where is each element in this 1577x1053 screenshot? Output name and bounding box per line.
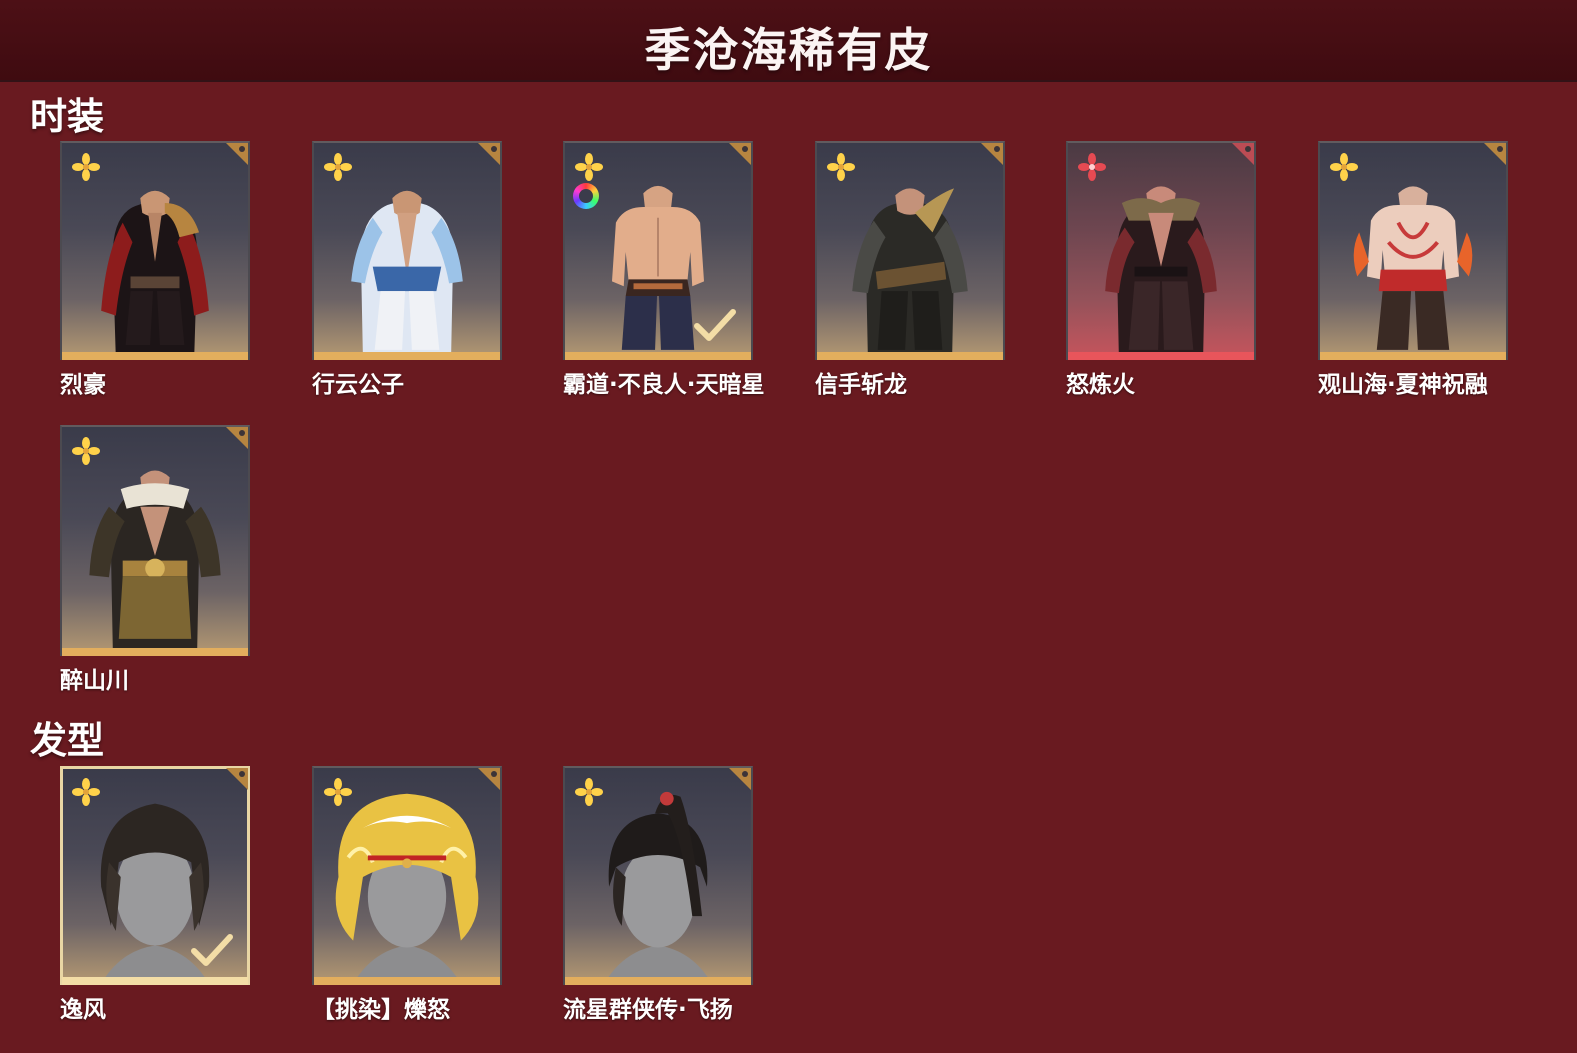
skin-card[interactable]	[60, 425, 250, 656]
rarity-flower-icon	[1078, 153, 1106, 181]
corner-dot-icon	[239, 430, 245, 436]
skin-card[interactable]	[1318, 141, 1508, 360]
skin-card[interactable]	[1066, 141, 1256, 360]
corner-dot-icon	[1497, 146, 1503, 152]
skin-card[interactable]	[312, 141, 502, 360]
rarity-bar	[62, 352, 248, 360]
item-label: 逸风	[60, 997, 106, 1023]
outfit-item-nulianhuo[interactable]: 怒炼火	[1066, 141, 1316, 399]
rarity-flower-icon	[72, 778, 100, 806]
item-label: 烈豪	[60, 372, 106, 398]
corner-dot-icon	[491, 146, 497, 152]
corner-badge-icon	[226, 143, 248, 165]
corner-badge-icon	[1232, 143, 1254, 165]
rarity-flower-icon	[575, 778, 603, 806]
rarity-bar	[817, 352, 1003, 360]
outfit-item-xinshou[interactable]: 信手斩龙	[815, 141, 1065, 399]
skin-card[interactable]	[815, 141, 1005, 360]
header-bar: 季沧海稀有皮	[0, 0, 1577, 82]
corner-dot-icon	[742, 771, 748, 777]
item-label: 怒炼火	[1066, 372, 1135, 398]
rarity-bar	[565, 352, 751, 360]
owned-checkmark-icon	[191, 934, 233, 966]
skin-card[interactable]	[563, 141, 753, 360]
section-title-hairstyles: 发型	[30, 719, 104, 762]
rarity-bar	[1320, 352, 1506, 360]
corner-badge-icon	[1484, 143, 1506, 165]
corner-badge-icon	[226, 427, 248, 449]
corner-dot-icon	[742, 146, 748, 152]
item-label: 信手斩龙	[815, 372, 907, 398]
item-label: 流星群侠传·飞扬	[563, 997, 733, 1023]
skin-card[interactable]	[563, 766, 753, 985]
owned-checkmark-icon	[694, 309, 736, 341]
item-label: 霸道·不良人·天暗星	[563, 372, 765, 398]
rarity-flower-icon	[72, 437, 100, 465]
corner-badge-icon	[478, 768, 500, 790]
skin-card[interactable]	[60, 141, 250, 360]
rarity-flower-icon	[72, 153, 100, 181]
skin-card[interactable]	[312, 766, 502, 985]
item-label: 【挑染】爍怒	[312, 997, 450, 1023]
outfit-item-guanshanhai[interactable]: 观山海·夏神祝融	[1318, 141, 1568, 399]
rarity-bar	[565, 977, 751, 985]
outfit-item-badao[interactable]: 霸道·不良人·天暗星	[563, 141, 813, 399]
dye-ring-icon	[573, 183, 599, 209]
outfit-item-xingyun[interactable]: 行云公子	[312, 141, 562, 399]
rarity-bar	[314, 977, 500, 985]
rarity-bar	[1068, 352, 1254, 360]
rarity-flower-icon	[575, 153, 603, 181]
corner-badge-icon	[478, 143, 500, 165]
rarity-flower-icon	[324, 153, 352, 181]
item-label: 醉山川	[60, 668, 129, 694]
hair-item-tiaoran[interactable]: 【挑染】爍怒	[312, 766, 562, 1024]
hair-item-liuxing[interactable]: 流星群侠传·飞扬	[563, 766, 813, 1024]
corner-badge-icon	[226, 768, 248, 790]
hair-item-yifeng[interactable]: 逸风	[60, 766, 310, 1024]
rarity-flower-icon	[827, 153, 855, 181]
rarity-flower-icon	[1330, 153, 1358, 181]
corner-dot-icon	[239, 771, 245, 777]
item-label: 行云公子	[312, 372, 404, 398]
page-title: 季沧海稀有皮	[644, 23, 933, 77]
corner-badge-icon	[729, 143, 751, 165]
corner-dot-icon	[994, 146, 1000, 152]
skin-card[interactable]	[60, 766, 250, 985]
corner-badge-icon	[729, 768, 751, 790]
corner-dot-icon	[491, 771, 497, 777]
item-label: 观山海·夏神祝融	[1318, 372, 1488, 398]
rarity-flower-icon	[324, 778, 352, 806]
corner-dot-icon	[1245, 146, 1251, 152]
section-title-outfits: 时装	[30, 95, 104, 138]
outfit-item-zuishanchuan[interactable]: 醉山川	[60, 425, 310, 695]
rarity-bar	[62, 977, 248, 985]
corner-badge-icon	[981, 143, 1003, 165]
rarity-bar	[314, 352, 500, 360]
corner-dot-icon	[239, 146, 245, 152]
rarity-bar	[62, 648, 248, 656]
outfit-item-liehao[interactable]: 烈豪	[60, 141, 310, 399]
